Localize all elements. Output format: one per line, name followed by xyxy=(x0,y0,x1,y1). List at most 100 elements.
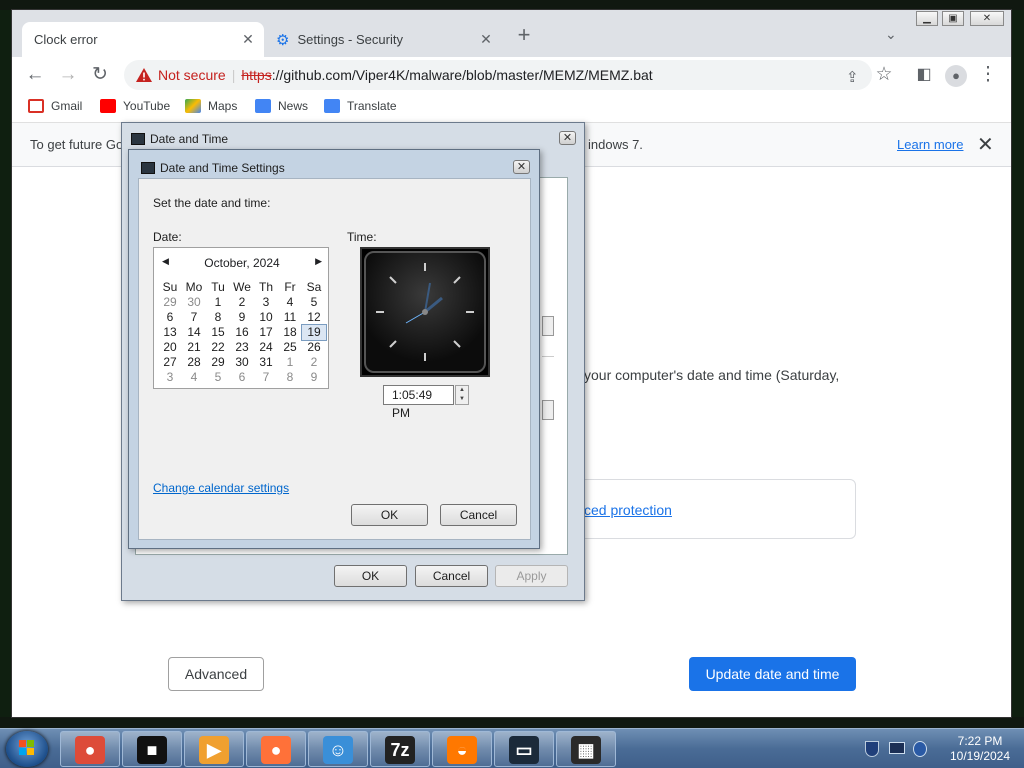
taskbar-app-button[interactable]: ☺ xyxy=(308,731,368,767)
ok-button[interactable]: OK xyxy=(351,504,428,526)
monitor-icon[interactable] xyxy=(889,742,905,754)
calendar-day[interactable]: 29 xyxy=(206,355,230,370)
learn-more-link[interactable]: Learn more xyxy=(897,137,963,152)
calendar-day[interactable]: 10 xyxy=(254,310,278,325)
calendar-day[interactable]: 28 xyxy=(182,355,206,370)
taskbar-app-button[interactable]: ● xyxy=(60,731,120,767)
calendar-day[interactable]: 7 xyxy=(254,370,278,385)
chevron-down-icon[interactable]: ⌄ xyxy=(885,26,897,43)
cancel-button[interactable]: Cancel xyxy=(415,565,488,587)
hidden-button-edge[interactable] xyxy=(542,316,554,336)
calendar-day[interactable]: 8 xyxy=(278,370,302,385)
taskbar-app-button[interactable]: ● xyxy=(246,731,306,767)
profile-avatar-icon[interactable]: ● xyxy=(941,60,971,90)
shield-icon[interactable] xyxy=(865,741,879,757)
calendar-day[interactable]: 6 xyxy=(230,370,254,385)
calendar-day[interactable]: 7 xyxy=(182,310,206,325)
bookmark-news[interactable]: News xyxy=(255,99,308,113)
forward-arrow-icon[interactable]: → xyxy=(53,60,83,90)
bookmark-youtube[interactable]: YouTube xyxy=(100,99,170,113)
side-panel-icon[interactable]: ◧ xyxy=(909,60,939,90)
chevron-right-icon[interactable]: ▶ xyxy=(315,256,322,267)
calendar-day[interactable]: 6 xyxy=(158,310,182,325)
calendar-day[interactable]: 13 xyxy=(158,325,182,340)
calendar-day[interactable]: 14 xyxy=(182,325,206,340)
calendar-day[interactable]: 22 xyxy=(206,340,230,355)
new-tab-button[interactable]: + xyxy=(512,23,536,47)
calendar-day[interactable]: 18 xyxy=(278,325,302,340)
calendar-day[interactable]: 2 xyxy=(230,295,254,310)
calendar-day-selected[interactable]: 19 xyxy=(301,324,327,341)
calendar-day[interactable]: 8 xyxy=(206,310,230,325)
bookmark-translate[interactable]: Translate xyxy=(324,99,397,113)
calendar-day[interactable]: 21 xyxy=(182,340,206,355)
taskbar-app-button[interactable]: ▶ xyxy=(184,731,244,767)
calendar-day[interactable]: 15 xyxy=(206,325,230,340)
apply-button[interactable]: Apply xyxy=(495,565,568,587)
taskbar-app-button[interactable]: ▭ xyxy=(494,731,554,767)
spin-down-icon[interactable]: ▼ xyxy=(456,395,468,404)
change-calendar-settings-link[interactable]: Change calendar settings xyxy=(153,481,289,495)
close-icon[interactable]: ✕ xyxy=(559,131,576,145)
back-arrow-icon[interactable]: ← xyxy=(20,60,50,90)
calendar-day[interactable]: 4 xyxy=(278,295,302,310)
calendar-day[interactable]: 1 xyxy=(206,295,230,310)
bookmark-gmail[interactable]: Gmail xyxy=(28,99,82,113)
calendar-day[interactable]: 30 xyxy=(182,295,206,310)
calendar-day[interactable]: 9 xyxy=(230,310,254,325)
time-input[interactable]: 1:05:49 PM xyxy=(383,385,454,420)
calendar-day[interactable]: 27 xyxy=(158,355,182,370)
taskbar-app-button[interactable]: 7z xyxy=(370,731,430,767)
calendar-day[interactable]: 1 xyxy=(278,355,302,370)
calendar-month[interactable]: October, 2024 xyxy=(154,256,330,270)
calendar-day[interactable]: 20 xyxy=(158,340,182,355)
tray-clock[interactable]: 7:22 PM 10/19/2024 xyxy=(945,734,1015,764)
calendar-day[interactable]: 3 xyxy=(254,295,278,310)
calendar-day[interactable]: 2 xyxy=(302,355,326,370)
calendar-day[interactable]: 23 xyxy=(230,340,254,355)
close-icon[interactable]: ✕ xyxy=(977,132,994,157)
maximize-button[interactable]: ▣ xyxy=(942,11,964,26)
more-menu-icon[interactable]: ⋮ xyxy=(973,60,1003,90)
close-icon[interactable]: ✕ xyxy=(478,31,494,47)
close-icon[interactable]: ✕ xyxy=(513,160,530,174)
month-calendar[interactable]: ◀ October, 2024 ▶ Su Mo Tu We Th Fr Sa 29 30 1 2 3 4… xyxy=(153,247,329,389)
taskbar-app-button[interactable]: ▦ xyxy=(556,731,616,767)
address-bar[interactable]: Not secure | https ://github.com/Viper4K… xyxy=(124,60,872,90)
tab-clock-error[interactable]: Clock error ✕ xyxy=(22,22,264,57)
calendar-day[interactable]: 29 xyxy=(158,295,182,310)
calendar-day[interactable]: 16 xyxy=(230,325,254,340)
ok-button[interactable]: OK xyxy=(334,565,407,587)
bookmark-maps[interactable]: Maps xyxy=(185,99,237,113)
minimize-button[interactable]: ▁ xyxy=(916,11,938,26)
calendar-day[interactable]: 31 xyxy=(254,355,278,370)
calendar-day[interactable]: 5 xyxy=(302,295,326,310)
advanced-button[interactable]: Advanced xyxy=(168,657,264,691)
calendar-day[interactable]: 17 xyxy=(254,325,278,340)
calendar-day[interactable]: 25 xyxy=(278,340,302,355)
window-close-button[interactable]: ✕ xyxy=(970,11,1004,26)
calendar-day[interactable]: 26 xyxy=(302,340,326,355)
update-date-time-button[interactable]: Update date and time xyxy=(689,657,856,691)
time-spinner[interactable]: ▲ ▼ xyxy=(455,385,469,405)
taskbar-app-button[interactable]: ◒ xyxy=(432,731,492,767)
share-icon[interactable]: ⇪ xyxy=(846,68,859,86)
taskbar-app-button[interactable]: ■ xyxy=(122,731,182,767)
cancel-button[interactable]: Cancel xyxy=(440,504,517,526)
tab-settings-security[interactable]: ⚙ Settings - Security ✕ xyxy=(270,22,502,57)
windows-start-button[interactable] xyxy=(6,731,48,767)
calendar-day[interactable]: 12 xyxy=(302,310,326,325)
volume-icon[interactable] xyxy=(913,741,927,757)
spin-up-icon[interactable]: ▲ xyxy=(456,386,468,395)
enhanced-protection-link[interactable]: ced protection xyxy=(584,502,672,518)
calendar-day[interactable]: 4 xyxy=(182,370,206,385)
calendar-day[interactable]: 5 xyxy=(206,370,230,385)
reload-icon[interactable]: ↻ xyxy=(85,60,115,90)
calendar-day[interactable]: 11 xyxy=(278,310,302,325)
close-icon[interactable]: ✕ xyxy=(240,31,256,47)
hidden-button-edge[interactable] xyxy=(542,400,554,420)
warning-triangle-icon[interactable] xyxy=(136,68,152,82)
calendar-day[interactable]: 30 xyxy=(230,355,254,370)
calendar-day[interactable]: 9 xyxy=(302,370,326,385)
calendar-day[interactable]: 3 xyxy=(158,370,182,385)
